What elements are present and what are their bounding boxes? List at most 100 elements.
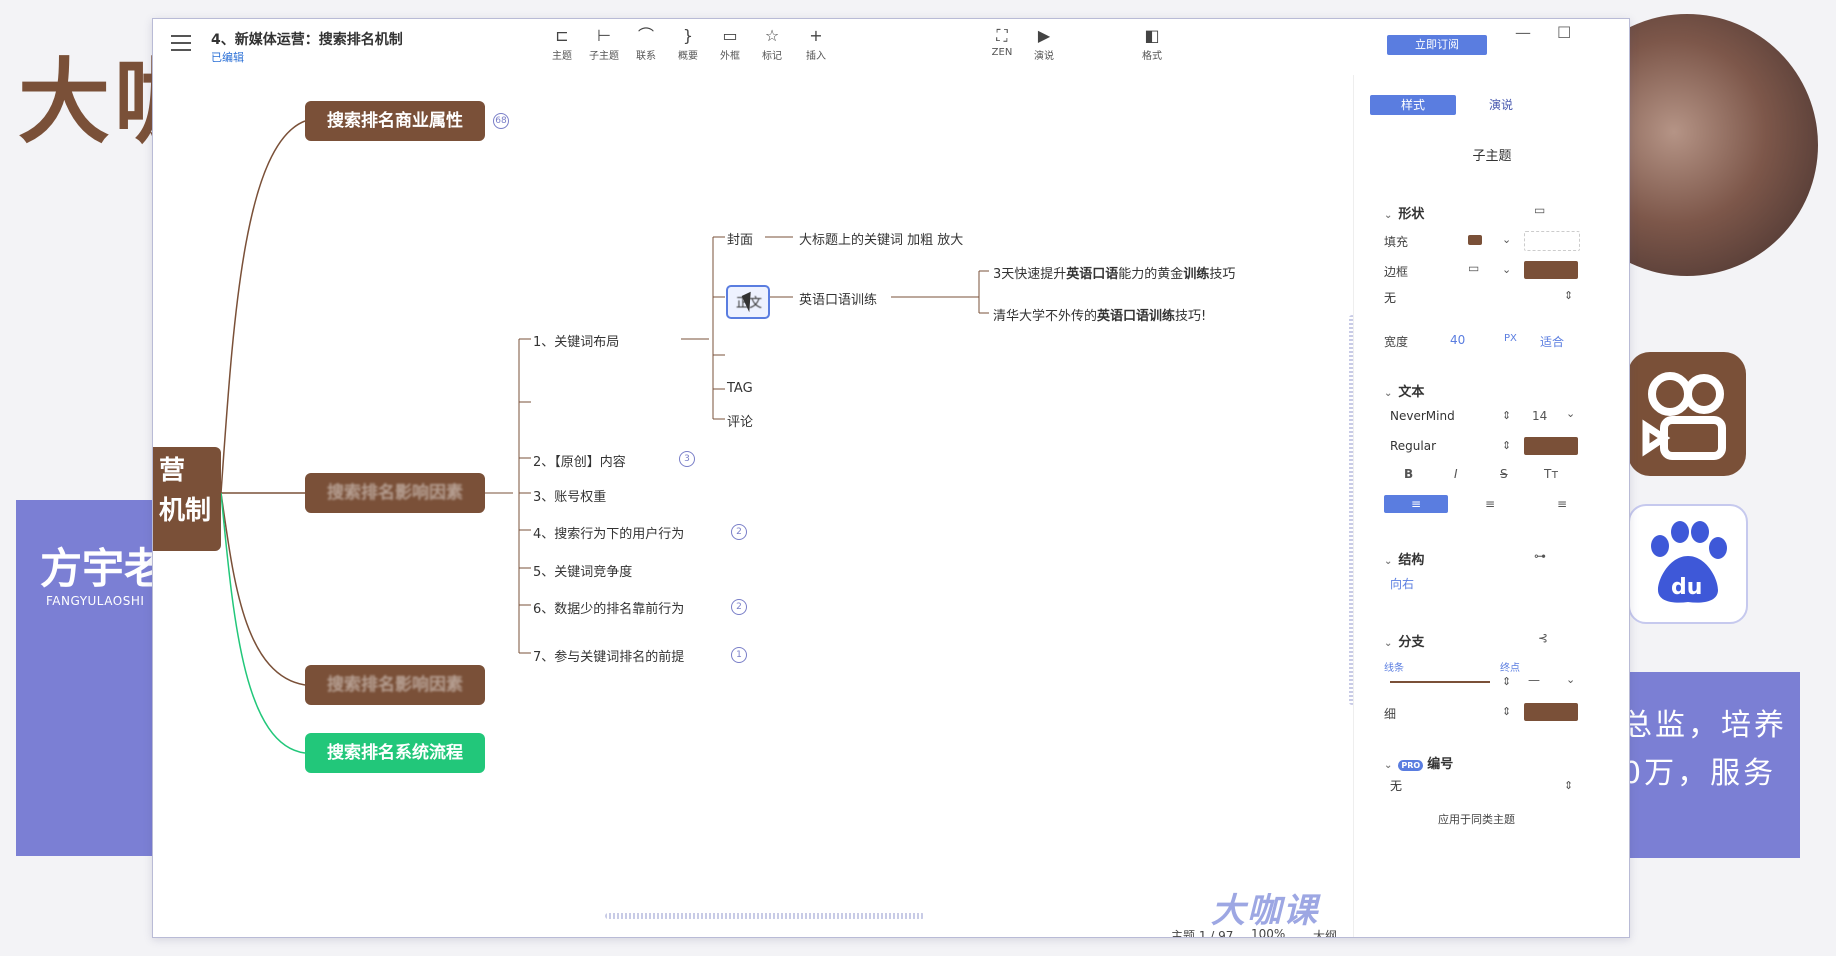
item-title-note[interactable]: 英语口语训练 — [799, 289, 877, 308]
mindmap-canvas[interactable]: 营 机制 搜索排名商业属性 68 搜索排名影响因素 搜索排名影响因素 搜索排名系… — [153, 75, 1355, 938]
collapsed-count-badge[interactable]: 68 — [493, 113, 509, 129]
subtopic-original-content[interactable]: 2、【原创】内容 — [533, 451, 626, 470]
main-topic-ranking-factors[interactable]: 搜索排名影响因素 — [305, 473, 485, 513]
width-label: 宽度 — [1384, 335, 1409, 349]
relationship-tool-button[interactable]: ⌒ 联系 — [623, 25, 669, 62]
maximize-icon[interactable]: ☐ — [1557, 23, 1571, 42]
width-fit-button[interactable]: 适合 — [1540, 333, 1564, 350]
item-cover[interactable]: 封面 — [727, 229, 753, 248]
subtopic-ranking-prerequisite[interactable]: 7、参与关键词排名的前提 — [533, 646, 684, 665]
section-shape[interactable]: ⌄ 形状 — [1384, 203, 1424, 222]
outline-toggle[interactable]: 大纲 — [1313, 927, 1337, 937]
document-title[interactable]: 4、新媒体运营：搜索排名机制 — [211, 29, 403, 49]
summary-tool-button[interactable]: } 概要 — [665, 25, 711, 62]
text-case-button[interactable]: Tт — [1544, 467, 1558, 481]
subscribe-button[interactable]: 立即订阅 — [1387, 35, 1487, 55]
font-size-select[interactable]: 14 — [1532, 409, 1547, 423]
subtopic-account-weight[interactable]: 3、账号权重 — [533, 486, 606, 505]
main-topic-ranking-factors-2[interactable]: 搜索排名影响因素 — [305, 665, 485, 705]
subtopic-badge[interactable]: 1 — [731, 647, 747, 663]
chevron-down-icon[interactable]: ⌄ — [1502, 233, 1511, 246]
align-center-button[interactable]: ≡ — [1458, 495, 1522, 513]
border-style-select[interactable]: 无 — [1384, 287, 1584, 309]
background-teacher-name: 方宇老 — [40, 544, 167, 593]
italic-button[interactable]: I — [1454, 467, 1458, 481]
subtopic-badge[interactable]: 2 — [731, 599, 747, 615]
text-color-swatch[interactable] — [1524, 437, 1578, 455]
font-family-select[interactable]: NeverMind — [1390, 405, 1590, 427]
section-text[interactable]: ⌄ 文本 — [1384, 381, 1424, 400]
baidu-logo-icon: du — [1628, 504, 1748, 624]
structure-direction-select[interactable]: 向右 — [1390, 573, 1590, 595]
section-structure[interactable]: ⌄ 结构 — [1384, 549, 1424, 568]
apply-to-similar-link[interactable]: 应用于同类主题 — [1438, 811, 1515, 827]
main-topic-ranking-system-process[interactable]: 搜索排名系统流程 — [305, 733, 485, 773]
updown-icon[interactable]: ⇕ — [1502, 439, 1511, 452]
topic-count: 主题 1 / 97 — [1171, 929, 1234, 938]
subtopic-keyword-layout[interactable]: 1、关键词布局 — [533, 331, 619, 350]
subtopic-badge[interactable]: 3 — [679, 451, 695, 467]
boundary-icon: ▭ — [722, 26, 738, 45]
updown-icon[interactable]: ⇕ — [1564, 779, 1573, 792]
fill-opacity-field[interactable] — [1524, 231, 1580, 251]
subtopic-user-behavior[interactable]: 4、搜索行为下的用户行为 — [533, 523, 684, 542]
subtopic-low-data-ranking[interactable]: 6、数据少的排名靠前行为 — [533, 598, 684, 617]
line-style-preview[interactable] — [1390, 681, 1490, 683]
chevron-down-icon: ⌄ — [1384, 388, 1393, 399]
chevron-down-icon[interactable]: ⌄ — [1502, 263, 1511, 276]
insert-tool-button[interactable]: + 插入 — [793, 25, 839, 62]
svg-text:du: du — [1671, 575, 1702, 600]
shape-rect-icon[interactable]: ▭ — [1534, 203, 1545, 217]
section-branch[interactable]: ⌄ 分支 — [1384, 631, 1424, 650]
subtopic-icon: ⊢ — [597, 26, 611, 45]
example-title-2[interactable]: 清华大学不外传的英语口语训练技巧! — [993, 305, 1206, 324]
subtopic-badge[interactable]: 2 — [731, 524, 747, 540]
line-thickness-select[interactable]: 细 — [1384, 705, 1396, 722]
pitch-mode-button[interactable]: ▶ 演说 — [1021, 25, 1067, 62]
topic-tool-button[interactable]: ⊏ 主题 — [539, 25, 585, 62]
chevron-down-icon: ⌄ — [1384, 556, 1393, 567]
document-status: 已编辑 — [211, 51, 244, 64]
hamburger-menu-icon[interactable] — [171, 35, 191, 51]
updown-icon[interactable]: ⇕ — [1502, 675, 1511, 688]
updown-icon[interactable]: ⇕ — [1502, 705, 1511, 718]
marker-tool-button[interactable]: ☆ 标记 — [749, 25, 795, 62]
branch-color-swatch[interactable] — [1524, 703, 1578, 721]
align-left-button[interactable]: ≡ — [1384, 495, 1448, 513]
zoom-level[interactable]: 100% — [1251, 927, 1285, 937]
subtopic-tool-button[interactable]: ⊢ 子主题 — [581, 25, 627, 62]
tab-style[interactable]: 样式 — [1370, 95, 1456, 115]
subtopic-keyword-competition[interactable]: 5、关键词竞争度 — [533, 561, 632, 580]
chevron-down-icon[interactable]: ⌄ — [1566, 673, 1575, 686]
fullscreen-icon: ⛶ — [996, 26, 1008, 45]
minimize-icon[interactable]: — — [1515, 23, 1531, 42]
updown-icon[interactable]: ⇕ — [1564, 289, 1573, 302]
horizontal-scrollbar[interactable] — [605, 913, 925, 919]
numbering-select[interactable]: 无 — [1390, 775, 1590, 797]
border-shape-icon[interactable]: ▭ — [1468, 261, 1479, 275]
branch-style-icon[interactable]: ⊰ — [1538, 631, 1548, 645]
updown-icon[interactable]: ⇕ — [1502, 409, 1511, 422]
structure-icon[interactable]: ⊶ — [1534, 549, 1546, 563]
width-value[interactable]: 40 — [1450, 333, 1465, 347]
relationship-icon: ⌒ — [637, 26, 654, 45]
align-right-button[interactable]: ≡ — [1530, 495, 1594, 513]
root-topic[interactable]: 营 机制 — [153, 447, 221, 551]
border-color-swatch[interactable] — [1524, 261, 1578, 279]
background-teacher-en: FANGYULAOSHI — [46, 594, 145, 608]
chevron-down-icon[interactable]: ⌄ — [1566, 407, 1575, 420]
section-numbering[interactable]: ⌄ PRO 编号 — [1384, 753, 1453, 772]
item-cover-note[interactable]: 大标题上的关键词 加粗 放大 — [799, 229, 963, 248]
strikethrough-button[interactable]: S — [1500, 467, 1508, 481]
main-topic-commercial-attributes[interactable]: 搜索排名商业属性 — [305, 101, 485, 141]
example-title-1[interactable]: 3天快速提升英语口语能力的黄金训练技巧 — [993, 263, 1235, 282]
bold-button[interactable]: B — [1404, 467, 1413, 481]
tab-pitch[interactable]: 演说 — [1458, 95, 1544, 115]
item-comment[interactable]: 评论 — [727, 411, 753, 430]
fill-color-swatch[interactable] — [1468, 235, 1482, 245]
zen-mode-button[interactable]: ⛶ ZEN — [979, 25, 1025, 58]
item-tag[interactable]: TAG — [727, 381, 753, 396]
line-end-select[interactable]: — — [1528, 673, 1540, 687]
boundary-tool-button[interactable]: ▭ 外框 — [707, 25, 753, 62]
format-panel-button[interactable]: ◧ 格式 — [1129, 25, 1175, 62]
